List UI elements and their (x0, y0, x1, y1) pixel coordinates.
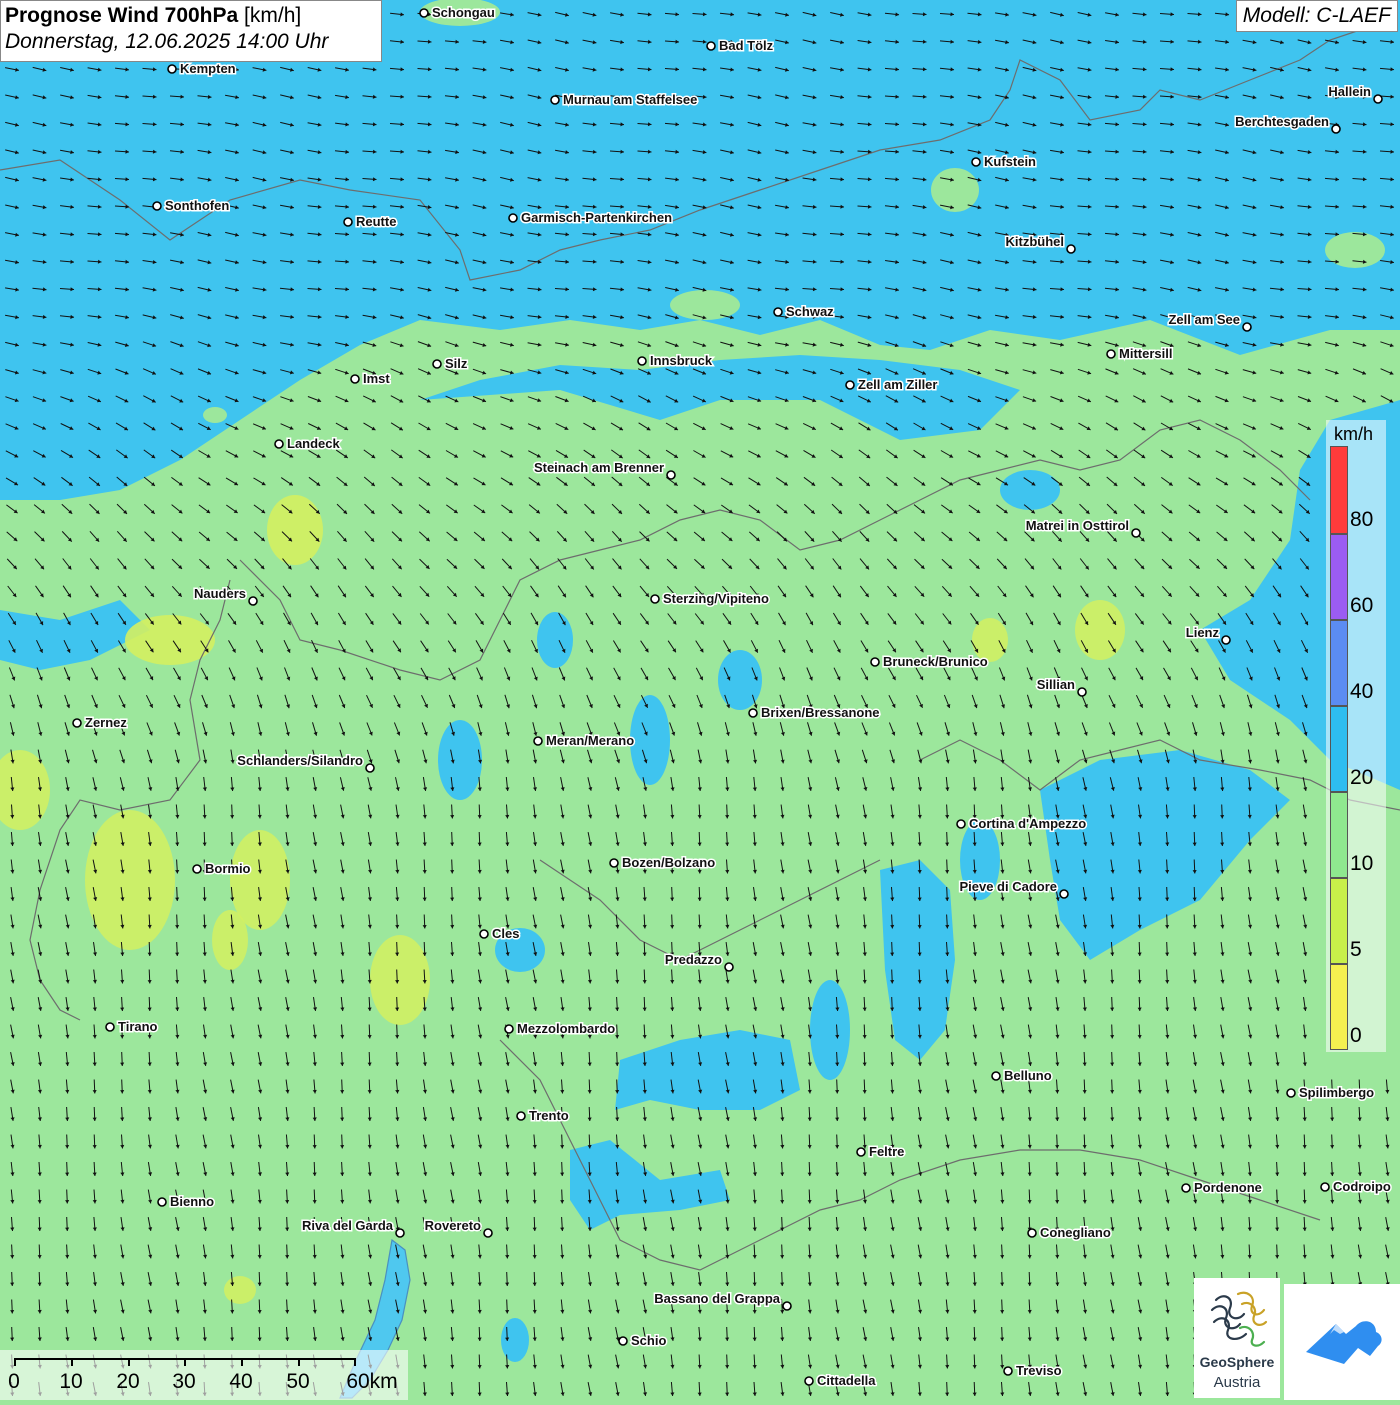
wind-map: SchongauBad TölzKemptenMurnau am Staffel… (0, 0, 1400, 1400)
wind-zone-20-40-spot (1000, 470, 1060, 510)
wind-zone-5-10-spot (370, 935, 430, 1025)
wind-zone-5-10-spot (224, 1276, 256, 1304)
wind-zone-10-20-spot (1325, 232, 1385, 268)
wind-zone-5-10-spot (1075, 600, 1125, 660)
wind-zone-20-40-spot (501, 1318, 529, 1362)
wind-zone-20-40-spot (718, 650, 762, 710)
wind-zone-20-40-spot (438, 720, 482, 800)
wind-zone-20-40-spot (810, 980, 850, 1080)
wind-zone-5-10-spot (267, 495, 323, 565)
wind-zone-20-40-spot (630, 695, 670, 785)
wind-zone-5-10-spot (212, 910, 248, 970)
wind-zone-10-20-spot (670, 290, 740, 320)
wind-zone-20-40-spot (537, 612, 573, 668)
wind-zone-5-10-spot (85, 810, 175, 950)
wind-zone-10-20-spot (203, 407, 227, 423)
